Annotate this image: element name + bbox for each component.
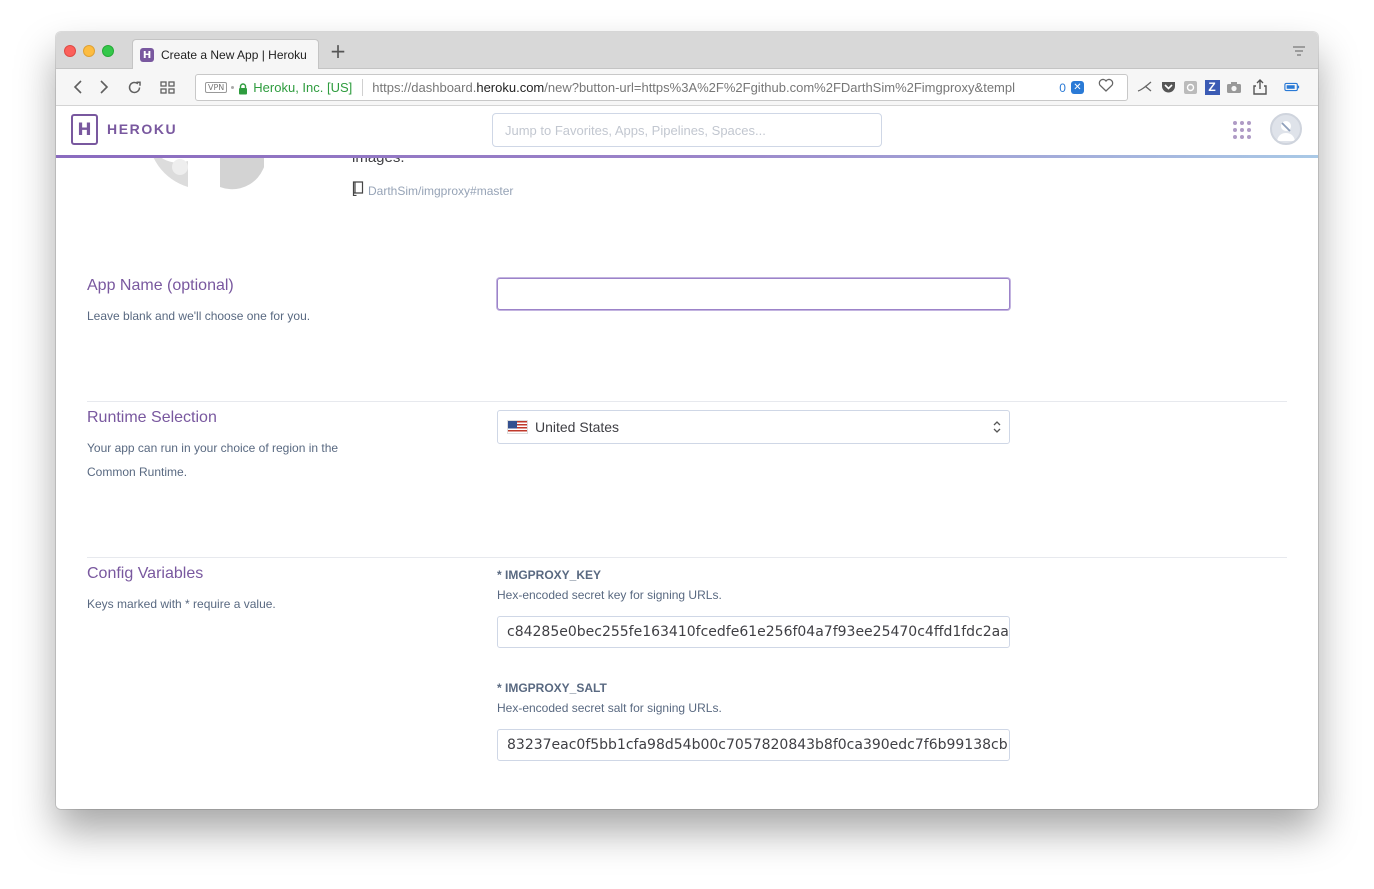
repo-link[interactable]: DarthSim/imgproxy#master <box>352 181 513 201</box>
imgproxy-key-input[interactable] <box>497 616 1010 648</box>
tab-title: Create a New App | Heroku <box>161 48 307 62</box>
zotero-letter: Z <box>1204 79 1220 95</box>
camera-icon[interactable] <box>1226 79 1242 95</box>
repo-book-icon <box>352 181 364 201</box>
speed-dial-icon[interactable] <box>157 77 177 97</box>
tab-menu-icon[interactable] <box>1292 44 1306 58</box>
header-accent-border <box>56 155 1318 158</box>
heroku-favicon-icon: H <box>140 48 154 62</box>
page-viewport: H HEROKU images. DarthSim/imgproxy#m <box>56 107 1318 809</box>
section-divider <box>87 557 1287 558</box>
config-var-description: Hex-encoded secret salt for signing URLs… <box>497 701 722 715</box>
region-select[interactable]: United States <box>497 410 1010 444</box>
apps-grid-icon[interactable] <box>1233 121 1251 139</box>
config-vars-description: Keys marked with * require a value. <box>87 597 276 611</box>
config-var-label: * IMGPROXY_SALT <box>497 681 607 695</box>
close-window-button[interactable] <box>64 45 76 57</box>
url-domain: heroku.com <box>476 80 545 95</box>
bookmark-heart-icon[interactable] <box>1098 78 1114 97</box>
us-flag-icon <box>507 420 528 434</box>
section-divider <box>87 401 1287 402</box>
app-name-title: App Name (optional) <box>87 277 234 294</box>
address-bar[interactable]: VPN Heroku, Inc. [US] https://dashboard.… <box>195 74 1128 101</box>
user-avatar[interactable] <box>1270 113 1302 145</box>
url-prefix: https://dashboard. <box>372 80 477 95</box>
runtime-selection-title: Runtime Selection <box>87 409 217 426</box>
vpn-badge[interactable]: VPN <box>205 82 228 93</box>
heroku-wordmark[interactable]: HEROKU <box>107 121 177 137</box>
address-separator <box>362 79 364 96</box>
forward-button[interactable] <box>94 77 114 97</box>
site-identity[interactable]: Heroku, Inc. [US] <box>253 80 352 95</box>
url-path: /new?button-url=https%3A%2F%2Fgithub.com… <box>544 80 1015 95</box>
runtime-selection-description: Your app can run in your choice of regio… <box>87 441 339 479</box>
repo-name[interactable]: DarthSim/imgproxy#master <box>368 184 513 198</box>
new-tab-button[interactable]: + <box>328 40 348 62</box>
global-search-input[interactable] <box>492 113 882 147</box>
adblock-count: 0 <box>1059 80 1066 95</box>
maximize-window-button[interactable] <box>102 45 114 57</box>
heroku-logo-icon[interactable]: H <box>71 114 98 145</box>
config-vars-title: Config Variables <box>87 565 204 582</box>
config-var-label: * IMGPROXY_KEY <box>497 568 602 582</box>
browser-window: H Create a New App | Heroku + VPN Heroku… <box>56 32 1318 809</box>
selected-region: United States <box>535 419 620 435</box>
reload-button[interactable] <box>124 77 144 97</box>
vpn-extension-icon[interactable] <box>1137 79 1153 95</box>
zotero-icon[interactable]: Z <box>1204 79 1220 95</box>
config-var-description: Hex-encoded secret key for signing URLs. <box>497 588 722 602</box>
tab-active[interactable]: H Create a New App | Heroku <box>132 39 319 70</box>
minimize-window-button[interactable] <box>83 45 95 57</box>
imgproxy-salt-input[interactable] <box>497 729 1010 761</box>
battery-icon[interactable] <box>1284 79 1300 95</box>
app-name-input[interactable] <box>497 278 1010 310</box>
back-button[interactable] <box>68 77 88 97</box>
vpn-separator-dot <box>231 86 235 89</box>
browser-toolbar: VPN Heroku, Inc. [US] https://dashboard.… <box>56 69 1318 106</box>
adblock-icon[interactable]: ✕ <box>1070 81 1084 94</box>
app-name-description: Leave blank and we'll choose one for you… <box>87 309 311 323</box>
pocket-icon[interactable] <box>1160 79 1176 95</box>
share-icon[interactable] <box>1252 79 1268 95</box>
tab-strip: H Create a New App | Heroku + <box>56 32 1318 70</box>
extension-gear-icon[interactable] <box>1182 79 1198 95</box>
heroku-header: H HEROKU <box>56 107 1318 155</box>
select-updown-icon <box>993 420 1001 434</box>
lock-icon[interactable] <box>238 82 248 94</box>
url-text[interactable]: https://dashboard.heroku.com/new?button-… <box>372 80 1045 95</box>
